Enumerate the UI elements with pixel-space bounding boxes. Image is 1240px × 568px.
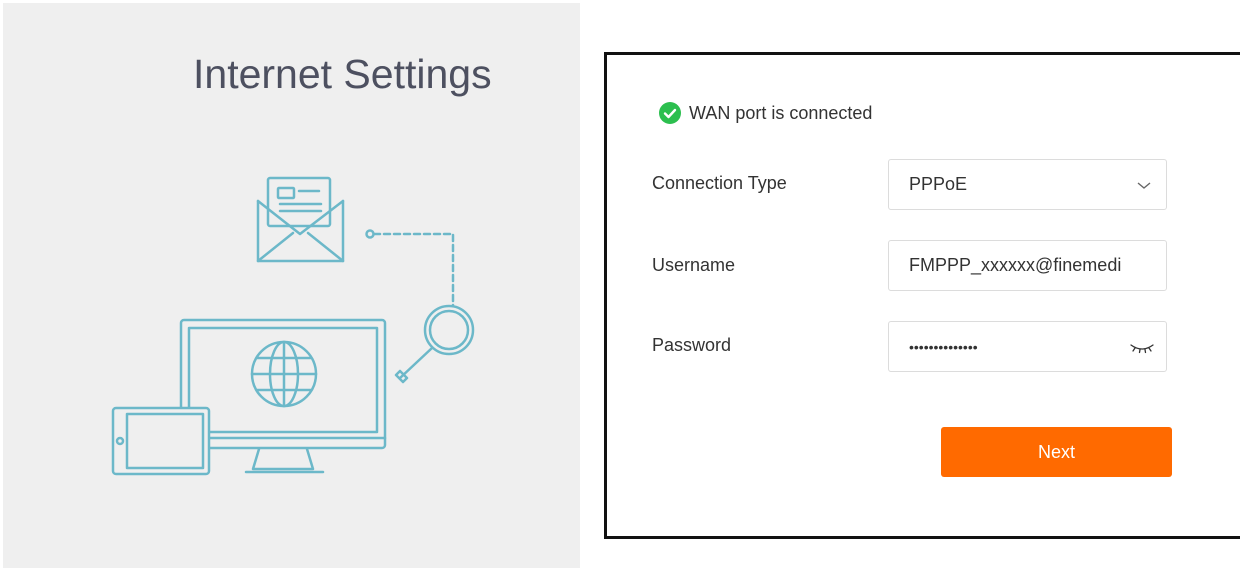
illustration-panel: Internet Settings	[3, 3, 580, 568]
wan-status-text: WAN port is connected	[689, 102, 873, 123]
connection-type-value: PPPoE	[909, 174, 968, 194]
connection-type-select[interactable]: PPPoE	[888, 159, 1167, 210]
username-input[interactable]: FMPPP_xxxxxx@finemedi	[888, 240, 1167, 291]
globe-icon	[250, 340, 318, 408]
username-value: FMPPP_xxxxxx@finemedi	[909, 255, 1122, 275]
next-button[interactable]: Next	[941, 427, 1172, 477]
password-value: ••••••••••••••	[909, 338, 978, 355]
wan-status: WAN port is connected	[659, 102, 872, 124]
check-circle-icon	[659, 102, 681, 124]
envelope-icon	[256, 176, 345, 263]
magnifier-icon	[394, 304, 475, 384]
network-illustration	[111, 176, 475, 476]
password-label: Password	[652, 335, 732, 355]
tablet-icon	[111, 406, 211, 476]
eye-closed-icon[interactable]	[1128, 339, 1156, 355]
chevron-down-icon	[1137, 182, 1151, 189]
username-label: Username	[652, 255, 736, 275]
page-title: Internet Settings	[193, 51, 492, 97]
connection-type-label: Connection Type	[652, 173, 787, 193]
internet-settings-form: WAN port is connected Connection Type PP…	[604, 52, 1240, 539]
password-input[interactable]: ••••••••••••••	[888, 321, 1167, 372]
